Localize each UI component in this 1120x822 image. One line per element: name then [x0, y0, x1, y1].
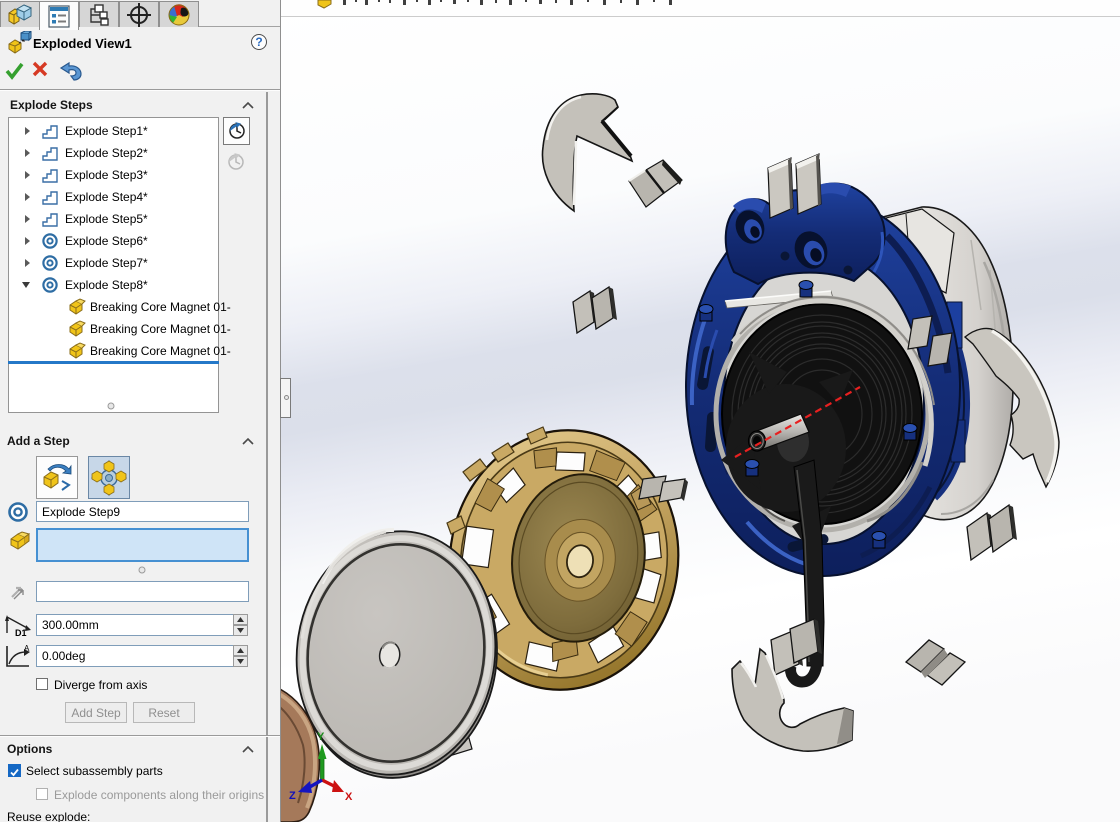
- svg-text:Z: Z: [289, 790, 296, 802]
- svg-text:A: A: [24, 644, 30, 653]
- svg-text:X: X: [345, 791, 353, 803]
- svg-text:D1: D1: [15, 628, 27, 637]
- svg-text:Y: Y: [317, 731, 325, 743]
